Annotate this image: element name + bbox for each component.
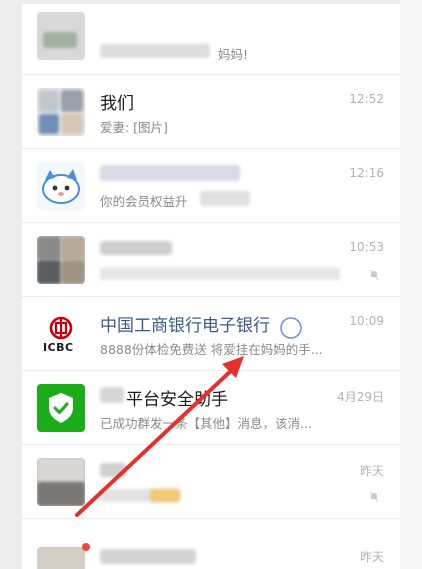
blurred-name bbox=[100, 549, 196, 564]
chat-time: 4月29日 bbox=[337, 390, 384, 404]
chat-item[interactable]: 妈妈! bbox=[22, 4, 400, 75]
chat-item[interactable]: 10:53 bbox=[22, 223, 400, 297]
chat-item[interactable]: 昨天 bbox=[22, 519, 400, 569]
chat-time: 12:16 bbox=[349, 166, 384, 180]
avatar bbox=[37, 547, 85, 569]
avatar bbox=[37, 384, 85, 432]
avatar bbox=[37, 12, 85, 60]
chat-time: 昨天 bbox=[359, 550, 384, 564]
avatar bbox=[37, 162, 85, 210]
chat-item[interactable]: 平台安全助手 已成功群发一条【其他】消息，该消... 4月29日 bbox=[22, 371, 400, 445]
chat-time: 12:52 bbox=[349, 92, 384, 106]
chat-item[interactable]: 你的会员权益升 12:16 bbox=[22, 149, 400, 223]
avatar bbox=[37, 458, 85, 506]
blurred-name bbox=[100, 241, 172, 255]
chat-time: 昨天 bbox=[359, 464, 384, 478]
blurred-name bbox=[100, 463, 126, 477]
blurred-preview bbox=[200, 191, 250, 206]
blurred-emoji bbox=[150, 489, 180, 502]
avatar bbox=[37, 88, 85, 136]
blurred-preview bbox=[100, 267, 340, 280]
avatar: ICBC bbox=[37, 310, 85, 358]
chat-preview: 8888份体检免费送 将爱挂在妈妈的手... bbox=[100, 342, 323, 357]
chat-item[interactable]: 昨天 bbox=[22, 445, 400, 519]
chat-preview: 你的会员权益升 bbox=[100, 194, 188, 209]
chat-preview: 已成功群发一条【其他】消息，该消... bbox=[100, 416, 312, 431]
mute-bell-icon bbox=[369, 269, 379, 281]
blurred-name bbox=[100, 165, 240, 181]
blurred-preview bbox=[100, 44, 210, 58]
wechat-app: 微信 妈妈! 我们 爱妻: [图片] 12:52 bbox=[22, 0, 400, 569]
touch-indicator-circle bbox=[280, 317, 302, 339]
blurred-name bbox=[100, 387, 124, 403]
chat-preview: 妈妈! bbox=[218, 47, 249, 62]
chat-time: 10:53 bbox=[349, 240, 384, 254]
chat-preview: 爱妻: [图片] bbox=[100, 120, 168, 135]
chat-item[interactable]: 我们 爱妻: [图片] 12:52 bbox=[22, 75, 400, 149]
right-edge-strip bbox=[400, 0, 422, 569]
avatar bbox=[37, 236, 85, 284]
mute-bell-icon bbox=[369, 491, 379, 503]
chat-time: 10:09 bbox=[349, 314, 384, 328]
shield-check-icon bbox=[49, 393, 73, 423]
chat-name: 我们 bbox=[100, 94, 134, 114]
cartoon-cat-avatar-icon bbox=[42, 169, 80, 204]
chat-name: 平台安全助手 bbox=[126, 390, 228, 410]
chat-name: 中国工商银行电子银行 bbox=[100, 316, 270, 336]
unread-dot bbox=[82, 543, 90, 551]
chat-item[interactable]: ICBC 中国工商银行电子银行 8888份体检免费送 将爱挂在妈妈的手... 1… bbox=[22, 297, 400, 371]
icbc-logo-text: ICBC bbox=[43, 341, 74, 354]
